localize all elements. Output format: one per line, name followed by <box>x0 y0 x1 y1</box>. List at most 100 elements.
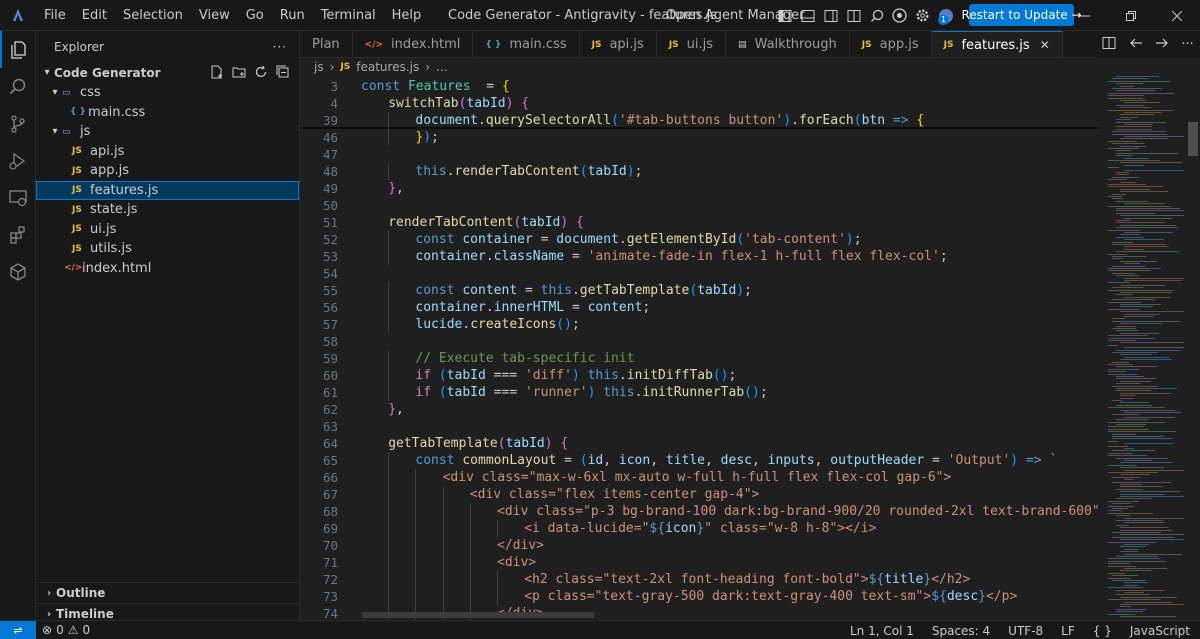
restart-to-update-button[interactable]: Restart to Update → <box>961 4 1082 26</box>
cursor-position[interactable]: Ln 1, Col 1 <box>850 624 914 638</box>
file-features-js[interactable]: JS features.js <box>36 180 299 200</box>
menu-help[interactable]: Help <box>384 0 430 31</box>
search-icon[interactable] <box>867 6 886 25</box>
toggle-secondary-sidebar-icon[interactable] <box>821 6 840 25</box>
code-editor[interactable]: 3 const Features = {4 switchTab(tabId) {39… <box>300 76 1100 620</box>
account-icon[interactable]: 1 <box>936 6 955 25</box>
indentation[interactable]: Spaces: 4 <box>932 624 990 638</box>
menu-go[interactable]: Go <box>238 0 272 31</box>
toggle-sidebar-icon[interactable] <box>775 6 794 25</box>
code-line: 63 <box>300 418 1100 435</box>
split-editor-icon[interactable] <box>1102 36 1116 54</box>
tab-app-js[interactable]: JS app.js <box>850 31 932 57</box>
close-tab-icon[interactable]: ✕ <box>1040 38 1050 52</box>
language-mode[interactable]: JavaScript <box>1130 624 1190 638</box>
file-index-html[interactable]: </> index.html <box>36 259 299 279</box>
tab-ui-js[interactable]: JS ui.js <box>657 31 727 57</box>
code-line: 58 <box>300 333 1100 350</box>
cube-icon[interactable] <box>0 253 36 290</box>
tab-index-html[interactable]: </> index.html <box>353 31 474 57</box>
indent-guide <box>442 503 444 520</box>
menu-edit[interactable]: Edit <box>74 0 115 31</box>
minimap-line <box>1120 551 1138 553</box>
warning-count: 0 <box>82 623 91 637</box>
run-debug-icon[interactable] <box>0 142 36 179</box>
new-file-icon[interactable] <box>209 64 225 80</box>
menu-selection[interactable]: Selection <box>115 0 191 31</box>
gear-icon[interactable] <box>913 6 932 25</box>
minimap-line <box>1108 500 1139 502</box>
encoding[interactable]: UTF-8 <box>1008 624 1043 638</box>
toggle-panel-icon[interactable] <box>798 6 817 25</box>
menu-view[interactable]: View <box>191 0 238 31</box>
file-utils-js[interactable]: JS utils.js <box>36 239 299 259</box>
minimize-icon[interactable] <box>1062 0 1108 31</box>
project-root[interactable]: ▾ Code Generator <box>36 62 299 83</box>
code-text: const commonLayout = (id, icon, title, d… <box>415 453 1058 468</box>
minimap-line <box>1108 109 1173 111</box>
tab-walkthrough[interactable]: ▤ Walkthrough <box>726 31 850 57</box>
tab-main-css[interactable]: { } main.css <box>473 31 580 57</box>
tab-api-js[interactable]: JS api.js <box>580 31 657 57</box>
language-braces-icon[interactable]: { } <box>1093 624 1112 638</box>
collapse-all-icon[interactable] <box>275 64 291 80</box>
chrome-icon[interactable] <box>890 6 909 25</box>
minimap-line <box>1120 284 1165 286</box>
indent-guide <box>442 571 444 588</box>
menu-terminal[interactable]: Terminal <box>313 0 384 31</box>
folder-js[interactable]: ▾ ▭ js <box>36 122 299 142</box>
file-main-css[interactable]: { } main.css <box>36 103 299 123</box>
breadcrumb-symbol[interactable]: ... <box>436 60 447 74</box>
arrow-right-icon[interactable] <box>1155 36 1169 54</box>
outline-section[interactable]: › Outline <box>36 582 299 603</box>
close-icon[interactable] <box>1154 0 1200 31</box>
remote-explorer-icon[interactable] <box>0 179 36 216</box>
minimap-line <box>1120 354 1152 356</box>
file-label: api.js <box>90 143 125 159</box>
line-number: 51 <box>322 215 338 230</box>
file-ui-js[interactable]: JS ui.js <box>36 220 299 240</box>
breadcrumb-file[interactable]: features.js <box>356 60 419 74</box>
remote-indicator-icon[interactable]: ⇌ <box>0 620 36 639</box>
minimap-line <box>1120 323 1162 325</box>
breadcrumb-folder[interactable]: js <box>314 60 324 74</box>
file-app-js[interactable]: JS app.js <box>36 161 299 181</box>
layout-icon[interactable] <box>844 6 863 25</box>
minimap-line <box>1120 100 1146 101</box>
search-icon[interactable] <box>0 68 36 105</box>
restore-icon[interactable] <box>1108 0 1154 31</box>
title-bar: File Edit Selection View Go Run Terminal Help C… <box>0 0 1200 31</box>
problems-indicator[interactable]: ⊗ 0 ⚠ 0 <box>36 623 90 637</box>
refresh-icon[interactable] <box>253 64 269 80</box>
extensions-icon[interactable] <box>0 216 36 253</box>
menu-run[interactable]: Run <box>272 0 313 31</box>
menu-file[interactable]: File <box>36 0 74 31</box>
indent-guide <box>388 350 390 367</box>
file-api-js[interactable]: JS api.js <box>36 142 299 162</box>
minimap-line <box>1108 455 1147 457</box>
code-line: 49}, <box>300 180 1100 197</box>
vertical-scrollbar[interactable] <box>1188 122 1198 156</box>
line-number: 66 <box>322 470 338 485</box>
minimap-line <box>1120 570 1151 572</box>
new-folder-icon[interactable] <box>231 64 247 80</box>
indent-guide <box>388 316 390 333</box>
arrow-left-icon[interactable] <box>1129 36 1143 54</box>
tab-label: app.js <box>879 37 919 52</box>
minimap-line <box>1116 76 1159 77</box>
tab-features-js[interactable]: JS features.js ✕ <box>931 31 1063 57</box>
tab-plan[interactable]: Plan <box>300 31 353 57</box>
more-actions-icon[interactable]: ··· <box>1181 37 1193 52</box>
minimap-line <box>1112 133 1167 135</box>
source-control-icon[interactable] <box>0 105 36 142</box>
minimap-line <box>1124 239 1164 241</box>
end-of-line[interactable]: LF <box>1061 624 1075 638</box>
more-actions-icon[interactable]: ··· <box>273 40 287 54</box>
folder-css[interactable]: ▾ ▭ css <box>36 83 299 103</box>
horizontal-scrollbar[interactable] <box>362 612 594 618</box>
file-state-js[interactable]: JS state.js <box>36 200 299 220</box>
antigravity-logo-icon[interactable] <box>0 0 36 31</box>
explorer-icon[interactable] <box>0 31 36 68</box>
editor-tab-actions: ··· <box>1096 31 1200 58</box>
minimap[interactable] <box>1100 76 1186 620</box>
